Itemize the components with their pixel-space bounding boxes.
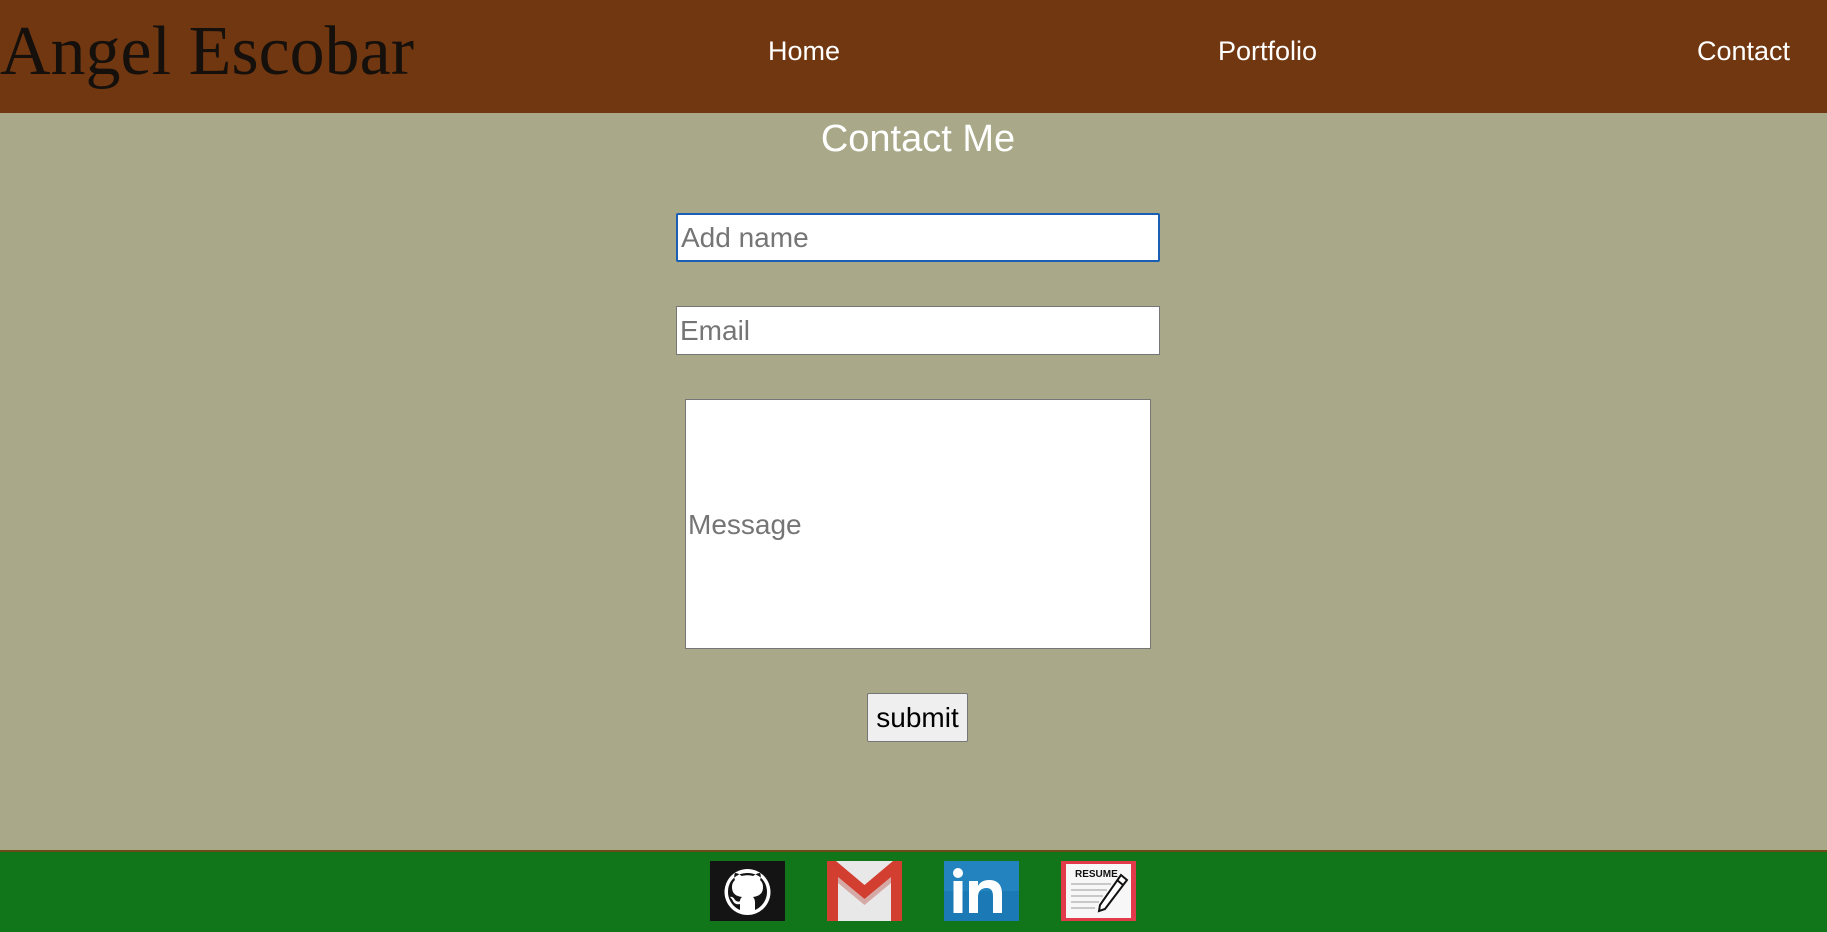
linkedin-link[interactable] bbox=[944, 861, 1019, 921]
resume-icon: RESUME bbox=[1061, 861, 1136, 921]
nav-portfolio-link[interactable]: Portfolio bbox=[1218, 34, 1317, 68]
page-title: Contact Me bbox=[820, 118, 1016, 160]
linkedin-icon bbox=[944, 861, 1019, 921]
name-input[interactable] bbox=[676, 213, 1160, 262]
gmail-icon bbox=[827, 861, 902, 921]
gmail-link[interactable] bbox=[827, 861, 902, 921]
email-input[interactable] bbox=[676, 306, 1160, 355]
github-icon bbox=[710, 861, 785, 921]
nav-contact-link[interactable]: Contact bbox=[1697, 34, 1790, 68]
github-link[interactable] bbox=[710, 861, 785, 921]
message-textarea[interactable] bbox=[685, 399, 1151, 649]
svg-text:RESUME: RESUME bbox=[1075, 869, 1118, 880]
site-footer bbox=[0, 850, 1827, 932]
submit-button[interactable]: submit bbox=[867, 693, 968, 742]
site-brand[interactable]: Angel Escobar bbox=[0, 8, 414, 96]
nav-home-link[interactable]: Home bbox=[768, 34, 840, 68]
resume-link[interactable]: RESUME bbox=[1061, 861, 1136, 921]
site-header: Angel Escobar Home Portfolio Contact bbox=[0, 0, 1827, 113]
